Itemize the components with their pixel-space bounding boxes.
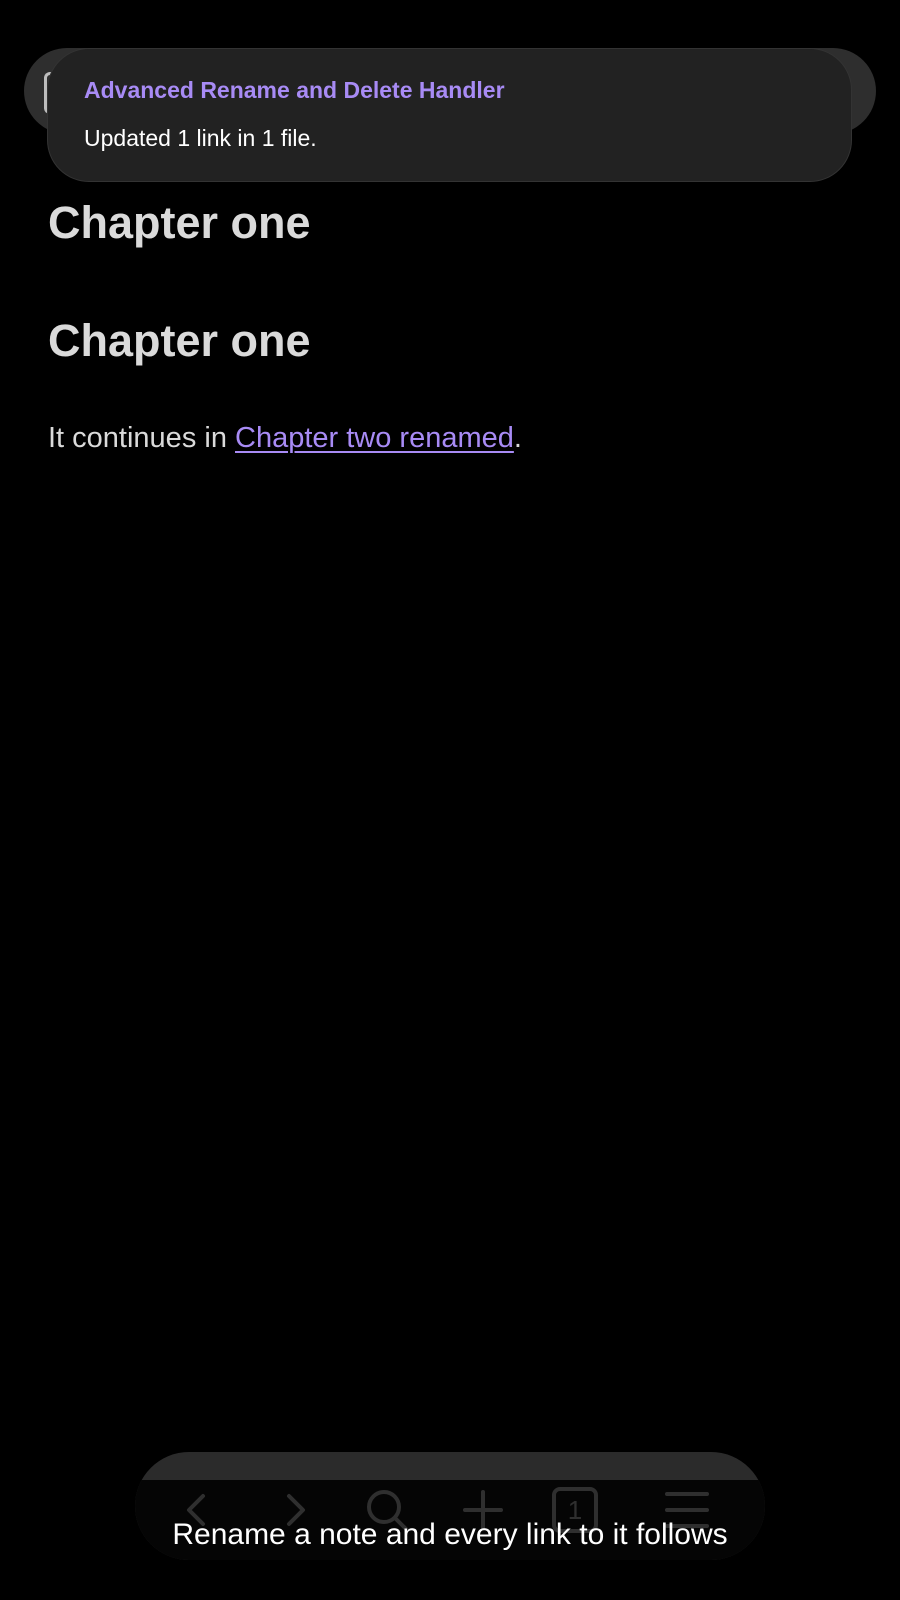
notice-message: Updated 1 link in 1 file. bbox=[84, 125, 317, 151]
internal-link[interactable]: Chapter two renamed bbox=[235, 422, 514, 454]
note-heading: Chapter one bbox=[48, 197, 311, 248]
paragraph-prefix: It continues in bbox=[48, 422, 235, 454]
notice-toast[interactable]: Advanced Rename and Delete Handler Updat… bbox=[47, 48, 852, 182]
paragraph-suffix: . bbox=[513, 422, 522, 454]
caption: Rename a note and every link to it follo… bbox=[172, 1518, 728, 1551]
note-paragraph: It continues in Chapter two renamed. bbox=[48, 422, 522, 455]
note-heading-secondary: Chapter one bbox=[48, 315, 311, 366]
notice-title: Advanced Rename and Delete Handler bbox=[84, 77, 505, 103]
